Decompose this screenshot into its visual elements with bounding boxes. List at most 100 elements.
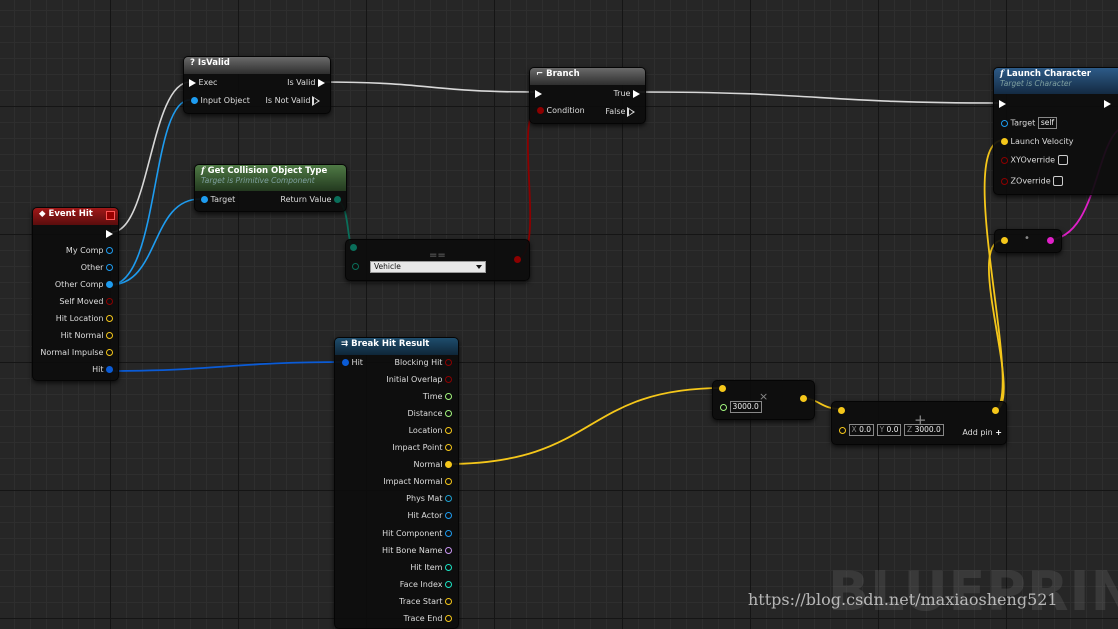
vector-pin-icon[interactable] (838, 407, 845, 414)
branch-icon: ⌐ (536, 69, 544, 79)
pin-label: Is Not Valid (265, 96, 311, 105)
collision-type-node[interactable]: f Get Collision Object Type Target is Pr… (194, 164, 347, 212)
vector-pin-icon[interactable] (106, 349, 113, 356)
isvalid-title: IsValid (197, 58, 230, 68)
z-input[interactable]: Z 3000.0 (904, 424, 944, 436)
pin-label: Hit Actor (407, 511, 443, 520)
vector-pin-icon[interactable] (445, 598, 452, 605)
object-pin-icon[interactable] (106, 247, 113, 254)
object-pin-icon[interactable] (191, 97, 198, 104)
object-pin-icon[interactable] (106, 281, 113, 288)
vector-pin-icon[interactable] (800, 395, 807, 402)
float-pin-icon[interactable] (445, 393, 452, 400)
int-pin-icon[interactable] (445, 581, 452, 588)
vector-pin-icon[interactable] (445, 461, 452, 468)
event-hit-exec-out[interactable] (106, 229, 113, 238)
function-icon: f (201, 166, 205, 176)
bool-pin-icon[interactable] (106, 298, 113, 305)
bool-pin-icon[interactable] (514, 256, 521, 263)
launch-character-node[interactable]: f Launch Character Target is Character T… (993, 67, 1118, 195)
z-label: Z (907, 425, 913, 434)
object-pin-icon[interactable] (445, 495, 452, 502)
pin-label: Hit Component (382, 529, 443, 538)
event-hit-node[interactable]: ◆ Event Hit My Comp Other Other Comp Sel… (32, 207, 119, 381)
isvalid-node[interactable]: ? IsValid Exec Input Object Is Valid Is … (183, 56, 331, 114)
pin-label: Hit (92, 365, 104, 374)
exec-in-icon[interactable] (189, 78, 196, 87)
pin-label: Return Value (280, 195, 332, 204)
z-override-checkbox[interactable] (1053, 176, 1064, 186)
add-pin-button[interactable]: Add pin + (962, 428, 1002, 437)
int-pin-icon[interactable] (445, 564, 452, 571)
exec-out-icon[interactable] (1104, 99, 1111, 108)
vehicle-dropdown[interactable]: Vehicle (370, 261, 486, 273)
wire-exec-hit-isvalid (111, 81, 191, 233)
vector-pin-icon[interactable] (106, 332, 113, 339)
exec-in-icon[interactable] (999, 99, 1006, 108)
bool-pin-icon[interactable] (1001, 177, 1008, 185)
pin-label: False (605, 107, 626, 116)
enum-pin-icon[interactable] (334, 196, 341, 203)
pin-label: Distance (407, 409, 443, 418)
bool-pin-icon[interactable] (537, 107, 544, 114)
isvalid-header[interactable]: ? IsValid (184, 57, 330, 74)
exec-out-icon[interactable] (318, 78, 325, 87)
bool-pin-icon[interactable] (445, 359, 452, 366)
equal-enum-node[interactable]: == Vehicle (345, 239, 530, 281)
vector-pin-icon[interactable] (839, 426, 846, 434)
output-pin-icon[interactable] (1047, 237, 1054, 244)
object-pin-icon[interactable] (445, 512, 452, 519)
struct-pin-icon[interactable] (342, 359, 349, 366)
vector-pin-icon[interactable] (992, 407, 999, 414)
event-hit-header[interactable]: ◆ Event Hit (33, 208, 118, 225)
exec-out-icon[interactable] (106, 229, 113, 238)
dot-product-node[interactable]: • (994, 229, 1062, 253)
wire-exec-isvalid-branch (321, 81, 535, 93)
launch-character-header[interactable]: f Launch Character Target is Character (994, 68, 1118, 94)
dot-operator: • (1024, 233, 1030, 244)
object-pin-icon[interactable] (1001, 119, 1008, 127)
pin-label: XYOverride (1010, 155, 1056, 165)
xy-override-checkbox[interactable] (1057, 155, 1068, 165)
pin-label: Exec (198, 78, 218, 87)
bool-pin-icon[interactable] (445, 376, 452, 383)
object-pin-icon[interactable] (445, 530, 452, 537)
wire-othercomp-isvalid (109, 99, 191, 286)
collision-type-header[interactable]: f Get Collision Object Type Target is Pr… (195, 165, 346, 191)
name-pin-icon[interactable] (445, 547, 452, 554)
multiply-node[interactable]: × 3000.0 (712, 380, 815, 420)
y-input[interactable]: Y 0.0 (876, 424, 902, 436)
exec-out-empty-icon[interactable] (627, 106, 635, 117)
x-input[interactable]: X 0.0 (848, 424, 875, 436)
enum-pin-icon[interactable] (350, 244, 357, 251)
add-node[interactable]: + X 0.0 Y 0.0 Z 3000.0 Add pin + (831, 401, 1007, 445)
object-pin-icon[interactable] (106, 264, 113, 271)
float-pin-icon[interactable] (720, 403, 727, 411)
float-pin-icon[interactable] (445, 410, 452, 417)
vector-pin-icon[interactable] (1001, 138, 1008, 145)
bool-pin-icon[interactable] (1001, 156, 1008, 164)
enum-pin-icon[interactable] (352, 263, 359, 270)
exec-out-icon[interactable] (633, 89, 640, 98)
break-hit-result-header[interactable]: ⇉ Break Hit Result (335, 338, 458, 355)
z-value: 3000.0 (914, 425, 941, 434)
vector-pin-icon[interactable] (1001, 237, 1008, 244)
object-pin-icon[interactable] (201, 196, 208, 203)
break-hit-result-node[interactable]: ⇉ Break Hit Result Hit Blocking Hit Init… (334, 337, 459, 629)
event-icon: ◆ (39, 209, 46, 219)
chevron-down-icon (476, 265, 482, 269)
wire-equal-branch (515, 109, 539, 260)
branch-header[interactable]: ⌐ Branch (530, 68, 645, 85)
vector-pin-icon[interactable] (106, 315, 113, 322)
struct-pin-icon[interactable] (106, 366, 113, 373)
vector-pin-icon[interactable] (445, 444, 452, 451)
vector-pin-icon[interactable] (445, 427, 452, 434)
pin-label: Impact Point (392, 443, 443, 452)
vector-pin-icon[interactable] (445, 478, 452, 485)
pin-label: Blocking Hit (394, 358, 443, 367)
multiply-value-input[interactable]: 3000.0 (729, 401, 762, 413)
exec-out-empty-icon[interactable] (312, 95, 320, 106)
vector-pin-icon[interactable] (719, 385, 726, 392)
branch-node[interactable]: ⌐ Branch Condition True False (529, 67, 646, 124)
exec-in-icon[interactable] (535, 89, 542, 98)
